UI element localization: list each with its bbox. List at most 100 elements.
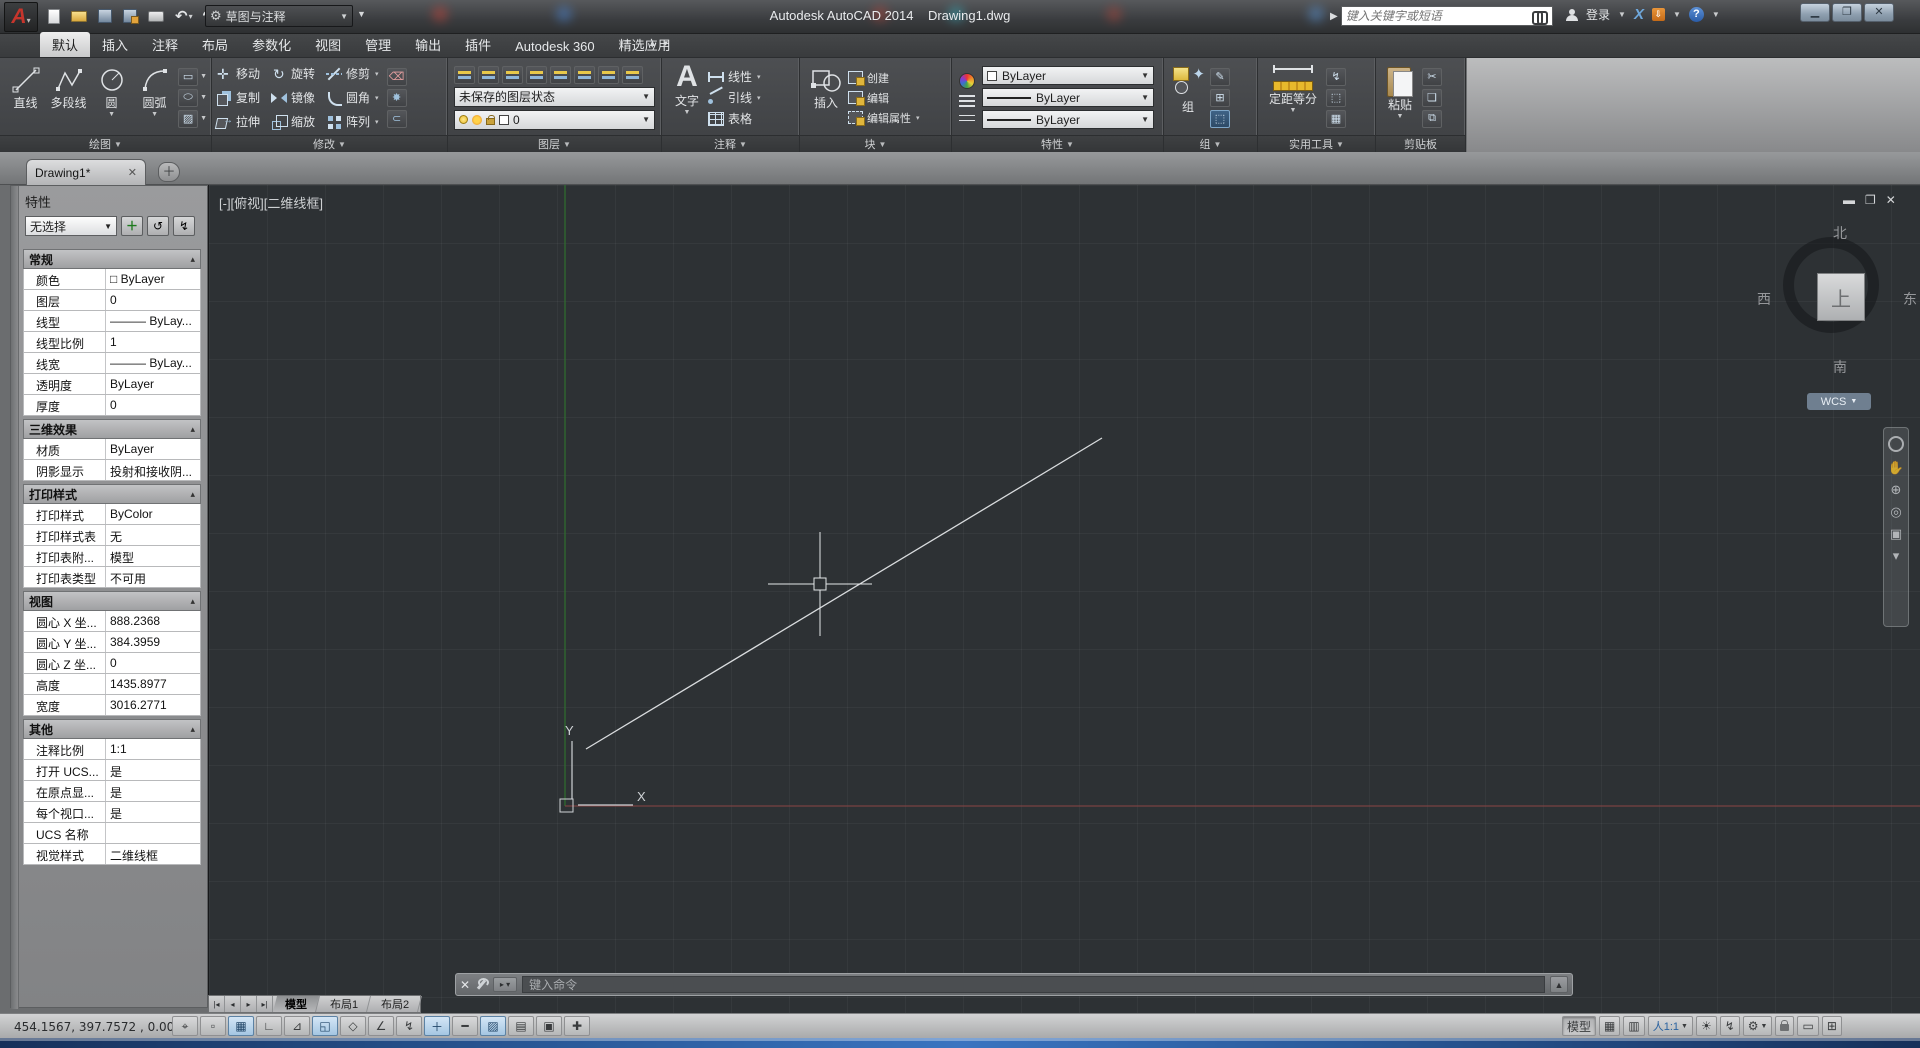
panel-label-properties[interactable]: 特性 ▼: [952, 135, 1163, 152]
new-file-icon[interactable]: [46, 5, 63, 27]
palette-row[interactable]: 打印表附... 模型: [23, 546, 201, 567]
palette-row[interactable]: 注释比例 1:1: [23, 739, 201, 760]
qat-more-icon[interactable]: ▼: [357, 9, 366, 19]
panel-label-draw[interactable]: 绘图 ▼: [0, 135, 211, 152]
palette-row[interactable]: 线型比例 1: [23, 332, 201, 353]
palette-row[interactable]: 其他 ▴: [23, 719, 201, 739]
text-button[interactable]: A 文字 ▼: [666, 60, 708, 135]
open-file-icon[interactable]: [69, 5, 90, 27]
copy-clip-button[interactable]: ❏: [1422, 88, 1442, 107]
palette-row[interactable]: 每个视口... 是: [23, 802, 201, 823]
layer-lock-icon[interactable]: [574, 65, 595, 84]
file-tab-drawing1[interactable]: Drawing1* ✕: [26, 159, 146, 185]
rectangle-button[interactable]: ▭: [178, 67, 199, 86]
ribbon-tab-plugins[interactable]: 插件: [453, 32, 503, 57]
viewcube-east-label[interactable]: 东: [1903, 289, 1917, 309]
palette-row[interactable]: 视图 ▴: [23, 591, 201, 611]
palette-row[interactable]: 图层 0: [23, 290, 201, 311]
autocad-logo-icon[interactable]: A▾: [4, 2, 38, 32]
palette-row[interactable]: 视觉样式 二维线框: [23, 844, 201, 865]
toolbar-lock-icon[interactable]: [1775, 1016, 1795, 1036]
layer-unisolate-icon[interactable]: [526, 65, 547, 84]
cut-button[interactable]: ✂: [1422, 67, 1442, 86]
lineweight-icon[interactable]: [959, 94, 975, 107]
paste-button[interactable]: 粘贴 ▼: [1380, 61, 1420, 135]
toggle-snap-mode[interactable]: ▫: [200, 1016, 226, 1036]
ribbon-tab-featured-apps[interactable]: 精选应用: [607, 32, 683, 57]
erase-button[interactable]: ⌫: [386, 67, 407, 86]
palette-row[interactable]: 宽度 3016.2771: [23, 695, 201, 716]
edit-block-button[interactable]: 编辑: [848, 90, 920, 106]
clean-screen-icon[interactable]: ⊞: [1821, 1016, 1842, 1036]
rotate-button[interactable]: 旋转: [271, 65, 320, 82]
palette-row[interactable]: 线型 ——— ByLay...: [23, 311, 201, 332]
array-button[interactable]: 阵列 ▾: [326, 113, 379, 130]
scale-button[interactable]: 缩放: [271, 113, 320, 130]
exchange-x-icon[interactable]: X: [1634, 6, 1644, 23]
quick-calculator-button[interactable]: ▦: [1326, 109, 1346, 128]
toggle-3d-object-snap[interactable]: ◇: [340, 1016, 366, 1036]
toggle-grid-display[interactable]: ▦: [228, 1016, 254, 1036]
zoom-icon[interactable]: ⊕: [1891, 483, 1902, 496]
model-space-button[interactable]: 模型: [1562, 1016, 1597, 1036]
toggle-infer-constraints[interactable]: ⌖: [172, 1016, 198, 1036]
stretch-button[interactable]: 拉伸: [216, 113, 265, 130]
workspace-dropdown[interactable]: ⚙ 草图与注释 ▼: [205, 5, 353, 27]
plot-icon[interactable]: [146, 5, 167, 27]
layer-freeze-icon[interactable]: [550, 65, 571, 84]
select-objects-button[interactable]: ↺: [147, 216, 169, 236]
showmotion-icon[interactable]: ▣: [1890, 527, 1902, 540]
trim-button[interactable]: 修剪 ▾: [326, 65, 379, 82]
drawing-canvas[interactable]: Y X [-][俯视][二维线框] ▬ ❐ ✕ 北 南 西 东 上 WCS ▼ ✋: [208, 185, 1920, 1013]
selection-dropdown[interactable]: 无选择 ▼: [25, 216, 117, 236]
palette-row[interactable]: 圆心 Y 坐... 384.3959: [23, 632, 201, 653]
viewcube-north-label[interactable]: 北: [1833, 223, 1847, 243]
linetype-dropdown[interactable]: ByLayer ▼: [982, 110, 1154, 129]
search-binoculars-icon[interactable]: [1531, 10, 1548, 25]
layer-off-icon[interactable]: [478, 65, 499, 84]
signin-button[interactable]: 登录: [1586, 6, 1610, 23]
ribbon-tab-annotate[interactable]: 注释: [140, 32, 190, 57]
wcs-button[interactable]: WCS ▼: [1807, 393, 1871, 410]
polyline-button[interactable]: 多段线: [47, 61, 90, 135]
ribbon-tab-layout[interactable]: 布局: [190, 32, 240, 57]
annotation-visibility-icon[interactable]: ☀: [1695, 1016, 1717, 1036]
hardware-acceleration-icon[interactable]: ▭: [1797, 1016, 1819, 1036]
undo-icon[interactable]: ↶ ▾: [173, 5, 195, 27]
canvas-close-icon[interactable]: ✕: [1886, 193, 1896, 207]
palette-row[interactable]: 厚度 0: [23, 395, 201, 416]
palette-row[interactable]: 材质 ByLayer: [23, 439, 201, 460]
layer-dropdown[interactable]: 0 ▼: [454, 109, 655, 130]
signin-chevron-icon[interactable]: ▼: [1618, 10, 1626, 19]
ribbon-collapse-icon[interactable]: ▲ ▾: [648, 38, 670, 49]
canvas-minimize-icon[interactable]: ▬: [1843, 193, 1855, 207]
panel-label-utilities[interactable]: 实用工具 ▼: [1258, 135, 1375, 152]
select-similar-button[interactable]: ⬚: [1326, 88, 1346, 107]
workspace-switching-icon[interactable]: ⚙ ▼: [1742, 1016, 1773, 1036]
chevron-down-icon[interactable]: ▼: [200, 115, 207, 122]
panel-label-group[interactable]: 组 ▼: [1164, 135, 1257, 152]
toggle-lineweight[interactable]: ━: [452, 1016, 478, 1036]
ribbon-tab-home[interactable]: 默认: [40, 32, 91, 57]
viewport-controls-label[interactable]: [-][俯视][二维线框]: [219, 193, 323, 212]
measure-button[interactable]: 定距等分 ▼: [1262, 61, 1324, 135]
navbar-chevron-icon[interactable]: ▾: [1893, 549, 1900, 562]
orbit-icon[interactable]: ◎: [1890, 505, 1901, 518]
table-button[interactable]: 表格: [708, 110, 761, 127]
lineweight-dropdown[interactable]: ByLayer ▼: [982, 88, 1154, 107]
create-block-button[interactable]: 创建: [848, 70, 920, 86]
exchange-chevron-icon[interactable]: ▼: [1673, 10, 1681, 19]
leader-button[interactable]: 引线 ▾: [708, 89, 761, 106]
panel-label-clipboard[interactable]: 剪贴板: [1376, 135, 1465, 152]
group-selection-toggle[interactable]: ⬚: [1210, 109, 1230, 128]
infocenter-expand-icon[interactable]: ▶: [1330, 11, 1338, 22]
tab-layout2[interactable]: 布局2: [369, 996, 423, 1012]
layer-walk-icon[interactable]: [622, 65, 643, 84]
toggle-object-snap[interactable]: ◱: [312, 1016, 338, 1036]
palette-row[interactable]: 在原点显... 是: [23, 781, 201, 802]
palette-grip[interactable]: [11, 186, 19, 1009]
paste-special-button[interactable]: ⧉: [1422, 109, 1442, 128]
palette-row[interactable]: 打印样式 ByColor: [23, 504, 201, 525]
pan-icon[interactable]: ✋: [1888, 461, 1904, 474]
color-wheel-icon[interactable]: [959, 72, 975, 89]
